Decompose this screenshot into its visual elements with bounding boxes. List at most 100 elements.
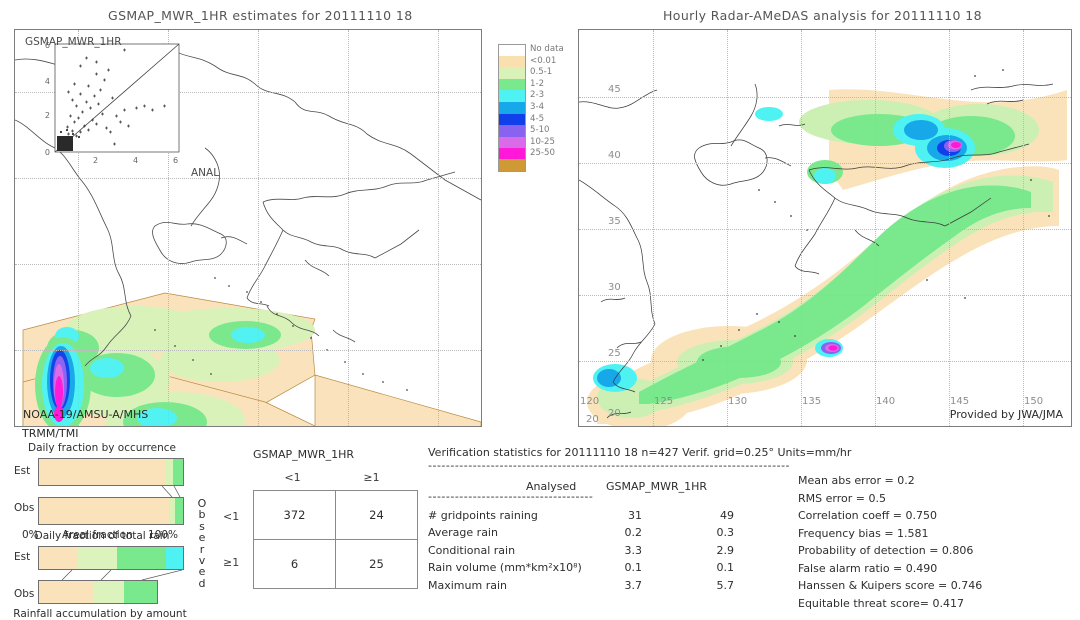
legend-label: 2-3	[530, 90, 545, 101]
x-tick-label: 135	[802, 396, 822, 407]
amount-est-label: Est	[14, 551, 31, 563]
svg-text:4: 4	[133, 156, 138, 165]
verification-col-header-analysed: Analysed	[526, 479, 577, 493]
legend-row: 4-5	[498, 113, 564, 126]
legend-label: 1-2	[530, 78, 545, 89]
contingency-row-header-1: <1	[223, 510, 240, 523]
legend-swatch	[498, 159, 526, 173]
svg-text:0: 0	[45, 148, 50, 157]
verification-col-header-estimate: GSMAP_MWR_1HR	[606, 479, 708, 493]
legend-row	[498, 159, 564, 173]
svg-text:6: 6	[173, 156, 178, 165]
amount-est-bar	[38, 546, 184, 570]
x-tick-label: 130	[728, 396, 748, 407]
legend-row: 10-25	[498, 136, 564, 149]
legend-swatch	[498, 148, 526, 160]
legend-label: 0.5-1	[530, 67, 553, 78]
right-map-corner-tick: 20	[586, 414, 599, 425]
bar-segment	[165, 547, 183, 569]
verification-score-line: RMS error = 0.5	[798, 491, 886, 505]
table-row: 372 24	[253, 489, 418, 541]
legend-swatch	[498, 101, 526, 114]
verification-scores: Mean abs error = 0.2 RMS error = 0.5 Corre…	[798, 472, 982, 612]
right-panel-title: Hourly Radar-AMeDAS analysis for 2011111…	[663, 8, 982, 23]
right-map-credit: Provided by JWA/JMA	[949, 408, 1063, 421]
verification-estimate-value: 49	[720, 508, 734, 522]
verification-score-line: Correlation coeff = 0.750	[798, 509, 937, 522]
verification-estimate-value: 0.3	[716, 526, 735, 539]
legend-label: 4-5	[530, 113, 545, 124]
verification-analysed-value: 3.7	[624, 578, 643, 592]
contingency-table: 372 24 6 25	[253, 489, 418, 590]
verification-analysed-value: 3.3	[624, 543, 643, 557]
bar-segment	[77, 547, 117, 569]
occurrence-est-label: Est	[14, 465, 31, 477]
verification-row-label: Average rain	[428, 526, 498, 539]
y-tick-label: 45	[608, 84, 621, 95]
legend-row: 0.5-1	[498, 67, 564, 79]
cell-hit-miss-00: 372	[253, 489, 336, 541]
legend-row: 25-50	[498, 148, 564, 160]
table-row: 6 25	[253, 539, 418, 590]
y-tick-label: 40	[608, 150, 621, 161]
bar-segment	[39, 581, 94, 603]
x-tick-label: 150	[1024, 396, 1044, 407]
cell-hit-miss-11: 25	[335, 539, 418, 590]
verification-analysed-value: 0.1	[624, 561, 643, 574]
legend-label: 25-50	[530, 148, 555, 159]
verification-score-line: Hanssen & Kuipers score = 0.746	[798, 579, 983, 592]
legend-label: 10-25	[530, 136, 555, 147]
x-tick-label: 120	[580, 396, 600, 407]
verification-score-line: Mean abs error = 0.2	[798, 474, 915, 487]
legend-row: <0.01	[498, 55, 564, 68]
bar-segment	[39, 547, 78, 569]
amount-chart-title: Daily fraction of total rain	[34, 530, 170, 542]
verification-score-line: Probability of detection = 0.806	[798, 544, 974, 557]
verification-row-label: # gridpoints raining	[428, 508, 538, 522]
left-map-corner-label: GSMAP_MWR_1HR	[25, 36, 122, 48]
legend-swatch	[498, 113, 526, 126]
legend-row: 2-3	[498, 90, 564, 102]
amount-chart-caption: Rainfall accumulation by amount	[13, 608, 187, 620]
legend-row: 5-10	[498, 125, 564, 137]
contingency-col-header-2: ≥1	[363, 471, 380, 484]
legend-row: 1-2	[498, 78, 564, 91]
legend-swatch	[498, 67, 526, 79]
y-tick-label: 25	[608, 348, 621, 359]
sensor-label-secondary: TRMM/TMI	[22, 427, 79, 440]
bar-segment	[172, 459, 183, 485]
right-map-panel[interactable]: Provided by JWA/JMA	[578, 29, 1072, 427]
y-tick-label: 30	[608, 282, 621, 293]
legend-swatch	[498, 136, 526, 149]
contingency-observed-axis: Observed	[195, 490, 209, 590]
anal-label: ANAL	[191, 167, 220, 179]
legend-label: No data	[530, 44, 564, 54]
x-tick-label: 125	[654, 396, 674, 407]
contingency-row-header-2: ≥1	[223, 556, 240, 569]
amount-obs-label: Obs	[14, 588, 35, 600]
legend-row: 3-4	[498, 101, 564, 114]
verification-score-line: Frequency bias = 1.581	[798, 526, 929, 540]
verification-estimate-value: 2.9	[716, 543, 735, 557]
verification-row-label: Conditional rain	[428, 543, 516, 557]
verification-estimate-value: 0.1	[716, 561, 735, 574]
verification-analysed-value: 31	[628, 508, 642, 522]
occurrence-chart: Daily fraction by occurrence Est Obs 0% …	[0, 442, 196, 543]
occurrence-obs-bar	[38, 497, 184, 525]
amount-obs-bar	[38, 580, 158, 604]
legend-swatch	[498, 90, 526, 102]
color-legend: No data <0.01 0.5-1 1-2 2-3 3-4 4-5 5-10 10-25 25…	[498, 43, 564, 173]
verification-row-label: Rain volume (mm*km²x10⁸)	[428, 561, 582, 574]
verification-score-line: Equitable threat score= 0.417	[798, 596, 964, 610]
left-panel-title: GSMAP_MWR_1HR estimates for 20111110 18	[108, 8, 413, 23]
left-map-panel[interactable]: 6 4 2 0 2 4 6 GSMAP_MWR_1HR ANAL NOAA-19…	[14, 29, 482, 427]
bar-segment	[93, 581, 124, 603]
contingency-table-block: GSMAP_MWR_1HR <1 ≥1 Observed <1 ≥1 372 2…	[195, 448, 418, 589]
legend-label: 5-10	[530, 125, 550, 136]
legend-row: No data	[498, 43, 564, 57]
svg-text:2: 2	[93, 156, 98, 165]
bar-segment	[39, 498, 170, 524]
verification-stats-block: Verification statistics for 20111110 18 …	[428, 444, 1078, 610]
verification-rule: ----------------------------------------…	[428, 458, 791, 472]
occurrence-obs-label: Obs	[14, 502, 35, 514]
